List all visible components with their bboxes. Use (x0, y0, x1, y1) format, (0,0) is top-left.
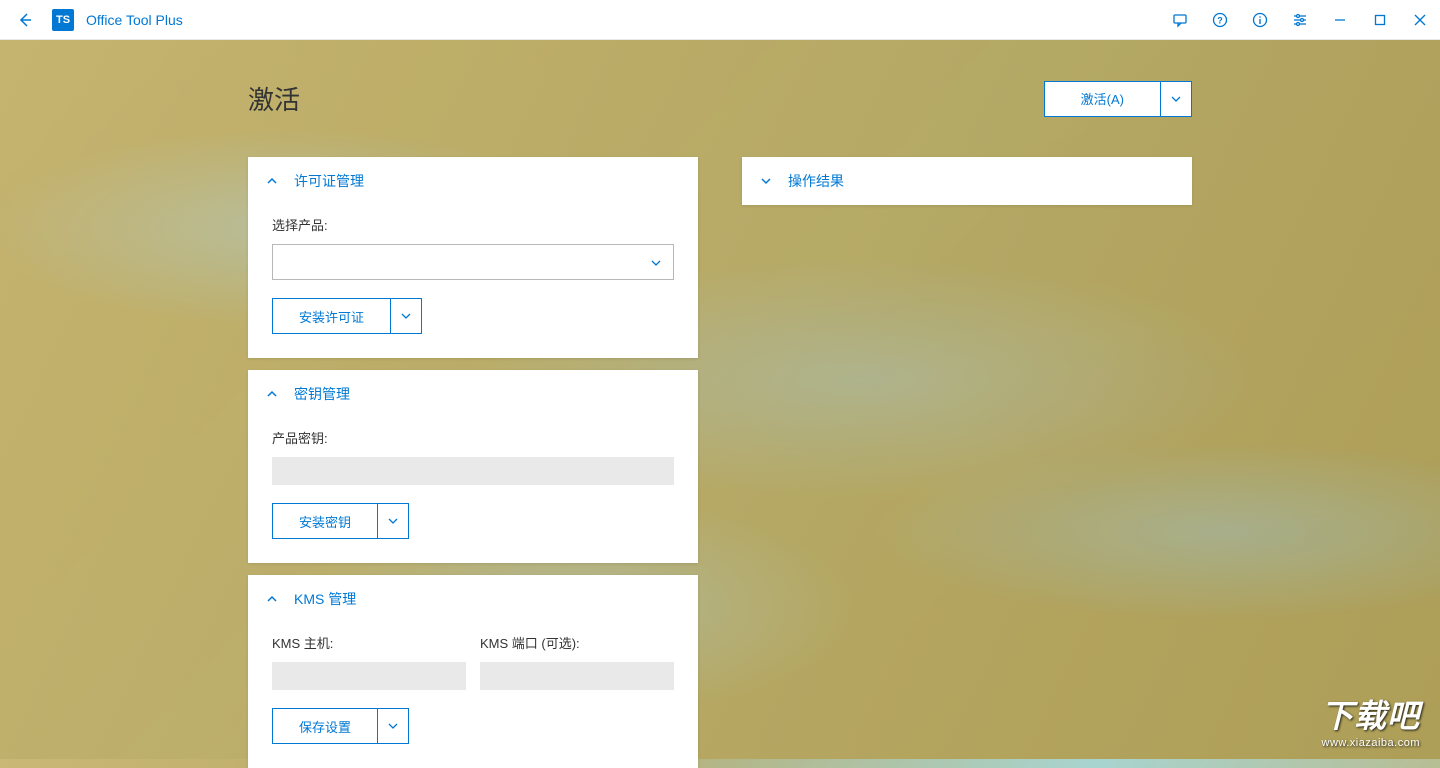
key-panel: 密钥管理 产品密钥: 安装密钥 (248, 370, 698, 563)
product-label: 选择产品: (272, 215, 674, 234)
kms-port-input[interactable] (480, 662, 674, 690)
chevron-down-icon (651, 253, 661, 271)
chevron-down-icon (758, 177, 774, 185)
chevron-down-icon (401, 313, 411, 319)
result-panel-title: 操作结果 (788, 171, 844, 191)
key-panel-header[interactable]: 密钥管理 (248, 370, 698, 418)
titlebar-left: TS Office Tool Plus (0, 0, 183, 40)
save-settings-split-button: 保存设置 (272, 708, 409, 744)
kms-host-input[interactable] (272, 662, 466, 690)
titlebar: TS Office Tool Plus ? (0, 0, 1440, 40)
license-panel: 许可证管理 选择产品: 安装许可证 (248, 157, 698, 358)
chevron-up-icon (264, 595, 280, 603)
right-column: 操作结果 (742, 157, 1192, 768)
back-button[interactable] (10, 0, 40, 40)
chevron-down-icon (1171, 96, 1181, 102)
content: 激活 激活(A) 许可证管理 选择产品: (0, 40, 1440, 768)
kms-row: KMS 主机: KMS 端口 (可选): (272, 633, 674, 690)
maximize-icon (1374, 14, 1386, 26)
close-icon (1414, 14, 1426, 26)
kms-panel-title: KMS 管理 (294, 589, 356, 609)
chat-button[interactable] (1160, 0, 1200, 40)
key-label: 产品密钥: (272, 428, 674, 447)
key-panel-title: 密钥管理 (294, 384, 350, 404)
left-column: 许可证管理 选择产品: 安装许可证 (248, 157, 698, 768)
license-panel-title: 许可证管理 (294, 171, 364, 191)
settings-button[interactable] (1280, 0, 1320, 40)
settings-icon (1292, 12, 1308, 28)
minimize-icon (1334, 14, 1346, 26)
save-settings-button[interactable]: 保存设置 (273, 709, 378, 743)
info-icon (1252, 12, 1268, 28)
columns: 许可证管理 选择产品: 安装许可证 (248, 157, 1192, 768)
product-key-input[interactable] (272, 457, 674, 485)
chat-icon (1172, 12, 1188, 28)
activate-split-button: 激活(A) (1044, 81, 1192, 117)
save-settings-dropdown-button[interactable] (378, 709, 408, 743)
app-logo: TS (52, 9, 74, 31)
watermark: 下载吧 www.xiazaiba.com (1321, 691, 1420, 749)
activate-button[interactable]: 激活(A) (1045, 82, 1161, 116)
key-panel-body: 产品密钥: 安装密钥 (248, 418, 698, 563)
kms-port-col: KMS 端口 (可选): (480, 633, 674, 690)
info-button[interactable] (1240, 0, 1280, 40)
kms-panel: KMS 管理 KMS 主机: KMS 端口 (可选): (248, 575, 698, 768)
minimize-button[interactable] (1320, 0, 1360, 40)
watermark-url: www.xiazaiba.com (1321, 737, 1420, 749)
kms-host-col: KMS 主机: (272, 633, 466, 690)
chevron-up-icon (264, 177, 280, 185)
install-key-split-button: 安装密钥 (272, 503, 409, 539)
chevron-up-icon (264, 390, 280, 398)
install-license-split-button: 安装许可证 (272, 298, 422, 334)
install-key-dropdown-button[interactable] (378, 504, 408, 538)
kms-panel-body: KMS 主机: KMS 端口 (可选): 保存设置 (248, 623, 698, 768)
install-license-button[interactable]: 安装许可证 (273, 299, 391, 333)
help-icon: ? (1212, 12, 1228, 28)
activate-dropdown-button[interactable] (1161, 82, 1191, 116)
svg-text:?: ? (1217, 15, 1223, 25)
license-panel-header[interactable]: 许可证管理 (248, 157, 698, 205)
install-key-button[interactable]: 安装密钥 (273, 504, 378, 538)
content-header: 激活 激活(A) (248, 80, 1192, 117)
arrow-left-icon (17, 12, 33, 28)
kms-host-label: KMS 主机: (272, 633, 466, 652)
logo-text: TS (56, 14, 70, 26)
chevron-down-icon (388, 518, 398, 524)
titlebar-right: ? (1160, 0, 1440, 39)
chevron-down-icon (388, 723, 398, 729)
install-license-dropdown-button[interactable] (391, 299, 421, 333)
license-panel-body: 选择产品: 安装许可证 (248, 205, 698, 358)
product-dropdown[interactable] (272, 244, 674, 280)
page-title: 激活 (248, 80, 300, 117)
close-button[interactable] (1400, 0, 1440, 40)
watermark-text: 下载吧 (1321, 691, 1420, 737)
result-panel: 操作结果 (742, 157, 1192, 205)
maximize-button[interactable] (1360, 0, 1400, 40)
kms-port-label: KMS 端口 (可选): (480, 633, 674, 652)
help-button[interactable]: ? (1200, 0, 1240, 40)
result-panel-header[interactable]: 操作结果 (742, 157, 1192, 205)
app-title: Office Tool Plus (86, 12, 183, 28)
kms-panel-header[interactable]: KMS 管理 (248, 575, 698, 623)
